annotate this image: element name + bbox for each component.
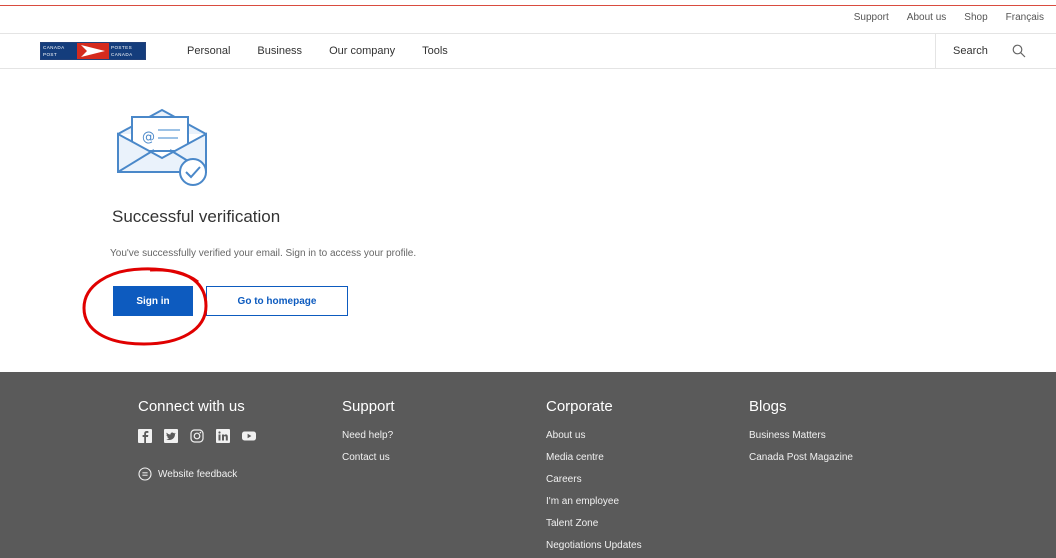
instagram-icon[interactable] bbox=[190, 429, 204, 443]
top-accent-line bbox=[0, 5, 1056, 6]
footer-link-im-an-employee[interactable]: I'm an employee bbox=[546, 491, 642, 513]
footer-column-blogs: Blogs Business Matters Canada Post Magaz… bbox=[749, 398, 853, 469]
utility-link-about-us[interactable]: About us bbox=[907, 12, 946, 30]
youtube-icon[interactable] bbox=[242, 429, 256, 443]
logo-text-french: POSTES CANADA bbox=[109, 43, 145, 59]
utility-link-language[interactable]: Français bbox=[1006, 12, 1044, 30]
website-feedback-label: Website feedback bbox=[158, 468, 238, 480]
footer-link-media-centre[interactable]: Media centre bbox=[546, 447, 642, 469]
footer-link-need-help[interactable]: Need help? bbox=[342, 425, 395, 447]
footer-link-contact-us[interactable]: Contact us bbox=[342, 447, 395, 469]
footer-heading-support: Support bbox=[342, 398, 395, 415]
footer-heading-connect: Connect with us bbox=[138, 398, 245, 415]
go-to-homepage-button[interactable]: Go to homepage bbox=[206, 286, 348, 316]
verification-message: You've successfully verified your email.… bbox=[110, 248, 417, 259]
feedback-icon bbox=[138, 467, 152, 481]
highlight-circle-annotation bbox=[82, 267, 208, 346]
primary-nav: Personal Business Our company Tools bbox=[187, 45, 475, 57]
nav-item-personal[interactable]: Personal bbox=[187, 45, 230, 57]
footer-link-about-us[interactable]: About us bbox=[546, 425, 642, 447]
utility-link-support[interactable]: Support bbox=[854, 12, 889, 30]
social-links bbox=[138, 429, 268, 443]
search-icon bbox=[1012, 44, 1026, 58]
nav-item-our-company[interactable]: Our company bbox=[329, 45, 395, 57]
canada-post-logo[interactable]: CANADA POST POSTES CANADA bbox=[40, 42, 146, 60]
website-feedback-link[interactable]: Website feedback bbox=[138, 467, 268, 481]
main-header: CANADA POST POSTES CANADA Personal Busin… bbox=[0, 33, 1056, 69]
site-footer: Connect with us Website feedback Support… bbox=[0, 372, 1056, 558]
nav-item-business[interactable]: Business bbox=[257, 45, 302, 57]
logo-flag-mark bbox=[77, 43, 109, 59]
footer-column-connect: Connect with us Website feedback bbox=[138, 398, 268, 481]
footer-column-support: Support Need help? Contact us bbox=[342, 398, 395, 469]
footer-heading-corporate: Corporate bbox=[546, 398, 613, 415]
footer-link-talent-zone[interactable]: Talent Zone bbox=[546, 513, 642, 535]
footer-heading-blogs: Blogs bbox=[749, 398, 787, 415]
footer-link-business-matters[interactable]: Business Matters bbox=[749, 425, 853, 447]
footer-link-canada-post-magazine[interactable]: Canada Post Magazine bbox=[749, 447, 853, 469]
page-title: Successful verification bbox=[112, 207, 281, 226]
search-button[interactable]: Search bbox=[935, 34, 1056, 68]
footer-link-negotiations-updates[interactable]: Negotiations Updates bbox=[546, 535, 642, 557]
logo-text-english: CANADA POST bbox=[41, 43, 77, 59]
footer-column-corporate: Corporate About us Media centre Careers … bbox=[546, 398, 642, 557]
linkedin-icon[interactable] bbox=[216, 429, 230, 443]
twitter-icon[interactable] bbox=[164, 429, 178, 443]
footer-link-careers[interactable]: Careers bbox=[546, 469, 642, 491]
envelope-check-icon: @ bbox=[117, 108, 207, 186]
nav-item-tools[interactable]: Tools bbox=[422, 45, 448, 57]
svg-text:@: @ bbox=[142, 130, 155, 145]
utility-link-shop[interactable]: Shop bbox=[964, 12, 987, 30]
utility-nav: Support About us Shop Français bbox=[854, 12, 1056, 30]
facebook-icon[interactable] bbox=[138, 429, 152, 443]
search-label: Search bbox=[953, 45, 988, 57]
